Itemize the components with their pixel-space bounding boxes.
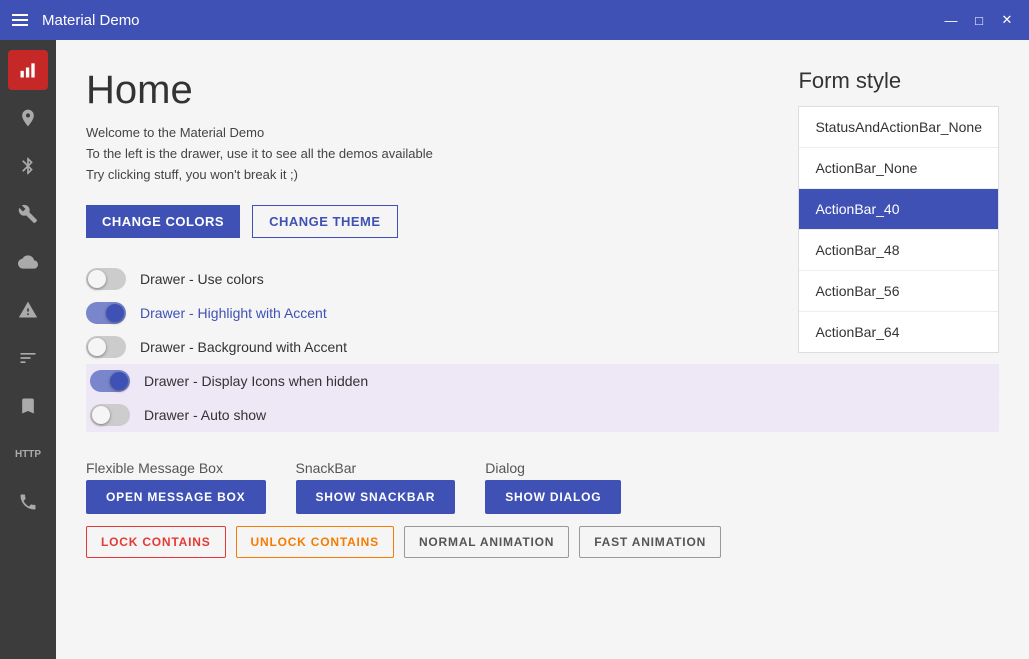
change-theme-button[interactable]: CHANGE THEME xyxy=(252,205,397,238)
form-style-item-actionbar-64[interactable]: ActionBar_64 xyxy=(799,312,998,352)
phone-icon xyxy=(18,492,38,512)
toggle-label-background-accent: Drawer - Background with Accent xyxy=(140,339,347,355)
bottom-sections: Flexible Message Box OPEN MESSAGE BOX Sn… xyxy=(86,460,999,514)
sidebar-item-phone[interactable] xyxy=(8,482,48,522)
toggle-highlight-accent[interactable] xyxy=(86,302,126,324)
lock-contains-button[interactable]: LOCK CONTAINS xyxy=(86,526,226,558)
sidebar: HTTP xyxy=(0,40,56,659)
toggle-label-use-colors: Drawer - Use colors xyxy=(140,271,264,287)
close-button[interactable]: ✕ xyxy=(997,10,1017,30)
location-icon xyxy=(18,108,38,128)
content-area: Home Welcome to the Material Demo To the… xyxy=(56,40,1029,659)
open-message-box-button[interactable]: OPEN MESSAGE BOX xyxy=(86,480,266,514)
maximize-button[interactable]: □ xyxy=(969,10,989,30)
change-colors-button[interactable]: CHANGE COLORS xyxy=(86,205,240,238)
minimize-button[interactable]: — xyxy=(941,10,961,30)
snackbar-title: SnackBar xyxy=(296,460,456,476)
toggle-row-display-icons: Drawer - Display Icons when hidden xyxy=(86,364,999,398)
toggle-knob-use-colors xyxy=(88,270,106,288)
menu-button[interactable] xyxy=(12,14,28,26)
toggle-knob-auto-show xyxy=(92,406,110,424)
dialog-section: Dialog SHOW DIALOG xyxy=(485,460,621,514)
bluetooth-icon xyxy=(18,156,38,176)
form-style-list: StatusAndActionBar_None ActionBar_None A… xyxy=(798,106,999,353)
sidebar-item-warning[interactable] xyxy=(8,290,48,330)
toggle-label-highlight-accent: Drawer - Highlight with Accent xyxy=(140,305,327,321)
sidebar-item-bookmark[interactable] xyxy=(8,386,48,426)
unlock-contains-button[interactable]: UNLOCK CONTAINS xyxy=(236,526,394,558)
form-style-item-actionbar-48[interactable]: ActionBar_48 xyxy=(799,230,998,271)
chart-bar-icon xyxy=(18,60,38,80)
toggle-label-display-icons: Drawer - Display Icons when hidden xyxy=(144,373,368,389)
show-dialog-button[interactable]: SHOW DIALOG xyxy=(485,480,621,514)
title-bar: Material Demo — □ ✕ xyxy=(0,0,1029,40)
sidebar-item-location[interactable] xyxy=(8,98,48,138)
toggle-background-accent[interactable] xyxy=(86,336,126,358)
fast-animation-button[interactable]: FAST ANIMATION xyxy=(579,526,721,558)
toggle-display-icons[interactable] xyxy=(90,370,130,392)
normal-animation-button[interactable]: NORMAL ANIMATION xyxy=(404,526,569,558)
sort-icon xyxy=(18,348,38,368)
form-style-heading: Form style xyxy=(798,68,999,94)
warning-icon xyxy=(18,300,38,320)
sidebar-item-dashboard[interactable] xyxy=(8,50,48,90)
toggle-knob-display-icons xyxy=(110,372,128,390)
form-style-item-actionbar-none[interactable]: ActionBar_None xyxy=(799,148,998,189)
bookmark-icon xyxy=(18,396,38,416)
sidebar-item-bluetooth[interactable] xyxy=(8,146,48,186)
snackbar-section: SnackBar SHOW SNACKBAR xyxy=(296,460,456,514)
window-controls: — □ ✕ xyxy=(941,10,1017,30)
sidebar-item-http[interactable]: HTTP xyxy=(8,434,48,474)
sidebar-item-cloud[interactable] xyxy=(8,242,48,282)
app-title: Material Demo xyxy=(42,12,140,29)
dialog-title: Dialog xyxy=(485,460,621,476)
toggle-label-auto-show: Drawer - Auto show xyxy=(144,407,266,423)
flexible-message-box-section: Flexible Message Box OPEN MESSAGE BOX xyxy=(86,460,266,514)
form-style-item-actionbar-56[interactable]: ActionBar_56 xyxy=(799,271,998,312)
toggle-knob-highlight-accent xyxy=(106,304,124,322)
show-snackbar-button[interactable]: SHOW SNACKBAR xyxy=(296,480,456,514)
form-style-item-status-none[interactable]: StatusAndActionBar_None xyxy=(799,107,998,148)
form-style-container: Form style StatusAndActionBar_None Actio… xyxy=(798,68,999,353)
toggle-use-colors[interactable] xyxy=(86,268,126,290)
bottom-outlined-buttons: LOCK CONTAINS UNLOCK CONTAINS NORMAL ANI… xyxy=(86,526,999,558)
sidebar-item-wrench[interactable] xyxy=(8,194,48,234)
flexible-message-box-title: Flexible Message Box xyxy=(86,460,266,476)
cloud-icon xyxy=(18,252,38,272)
main-layout: HTTP Home Welcome to the Material Demo T… xyxy=(0,40,1029,659)
wrench-icon xyxy=(18,204,38,224)
form-style-item-actionbar-40[interactable]: ActionBar_40 xyxy=(799,189,998,230)
toggle-knob-background-accent xyxy=(88,338,106,356)
toggle-auto-show[interactable] xyxy=(90,404,130,426)
toggle-row-auto-show: Drawer - Auto show xyxy=(86,398,999,432)
sidebar-item-sort[interactable] xyxy=(8,338,48,378)
